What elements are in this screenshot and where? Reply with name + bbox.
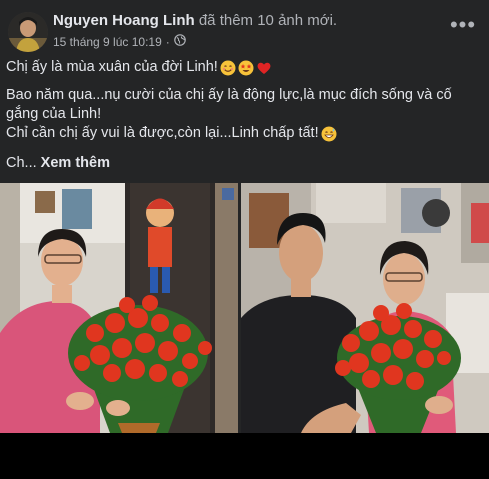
see-more-link[interactable]: Xem thêm bbox=[41, 155, 110, 171]
photo-woman-with-roses[interactable] bbox=[0, 183, 238, 433]
truncated-text: Ch... bbox=[6, 155, 37, 171]
post-header: Nguyen Hoang Linh đã thêm 10 ảnh mới. 15… bbox=[8, 10, 481, 54]
photo-grid bbox=[0, 183, 489, 433]
star-struck-emoji bbox=[238, 60, 254, 76]
avatar[interactable] bbox=[8, 12, 48, 52]
photo-man-and-woman-with-roses[interactable] bbox=[241, 183, 489, 433]
post-meta: 15 tháng 9 lúc 10:19 · bbox=[53, 34, 186, 49]
post-line-1: Chị ấy là mùa xuân của đời Linh! bbox=[6, 58, 476, 77]
post-line-3-text: Chỉ cần chị ấy vui là được,còn lại...Lin… bbox=[6, 125, 319, 141]
post-see-more-line: Ch... Xem thêm bbox=[6, 154, 476, 173]
timestamp[interactable]: 15 tháng 9 lúc 10:19 bbox=[53, 35, 162, 49]
grinning-sweat-emoji bbox=[321, 126, 337, 142]
meta-separator: · bbox=[165, 34, 170, 49]
smiling-face-emoji bbox=[220, 60, 236, 76]
red-heart-emoji bbox=[256, 60, 272, 76]
post-text: Chị ấy là mùa xuân của đời Linh! Bao năm… bbox=[6, 58, 476, 173]
facebook-post: Nguyen Hoang Linh đã thêm 10 ảnh mới. 15… bbox=[0, 0, 489, 433]
bottom-black-bar bbox=[0, 433, 489, 479]
post-line-2: Bao năm qua...nụ cười của chị ấy là động… bbox=[6, 87, 452, 122]
author-line: Nguyen Hoang Linh đã thêm 10 ảnh mới. bbox=[53, 12, 337, 29]
globe-icon bbox=[173, 34, 186, 49]
author-name[interactable]: Nguyen Hoang Linh bbox=[53, 12, 195, 29]
post-line-1-text: Chị ấy là mùa xuân của đời Linh! bbox=[6, 59, 218, 75]
post-line-3: Chỉ cần chị ấy vui là được,còn lại...Lin… bbox=[6, 124, 476, 143]
more-options-icon[interactable]: ••• bbox=[447, 14, 479, 46]
post-action: đã thêm 10 ảnh mới. bbox=[198, 12, 338, 29]
